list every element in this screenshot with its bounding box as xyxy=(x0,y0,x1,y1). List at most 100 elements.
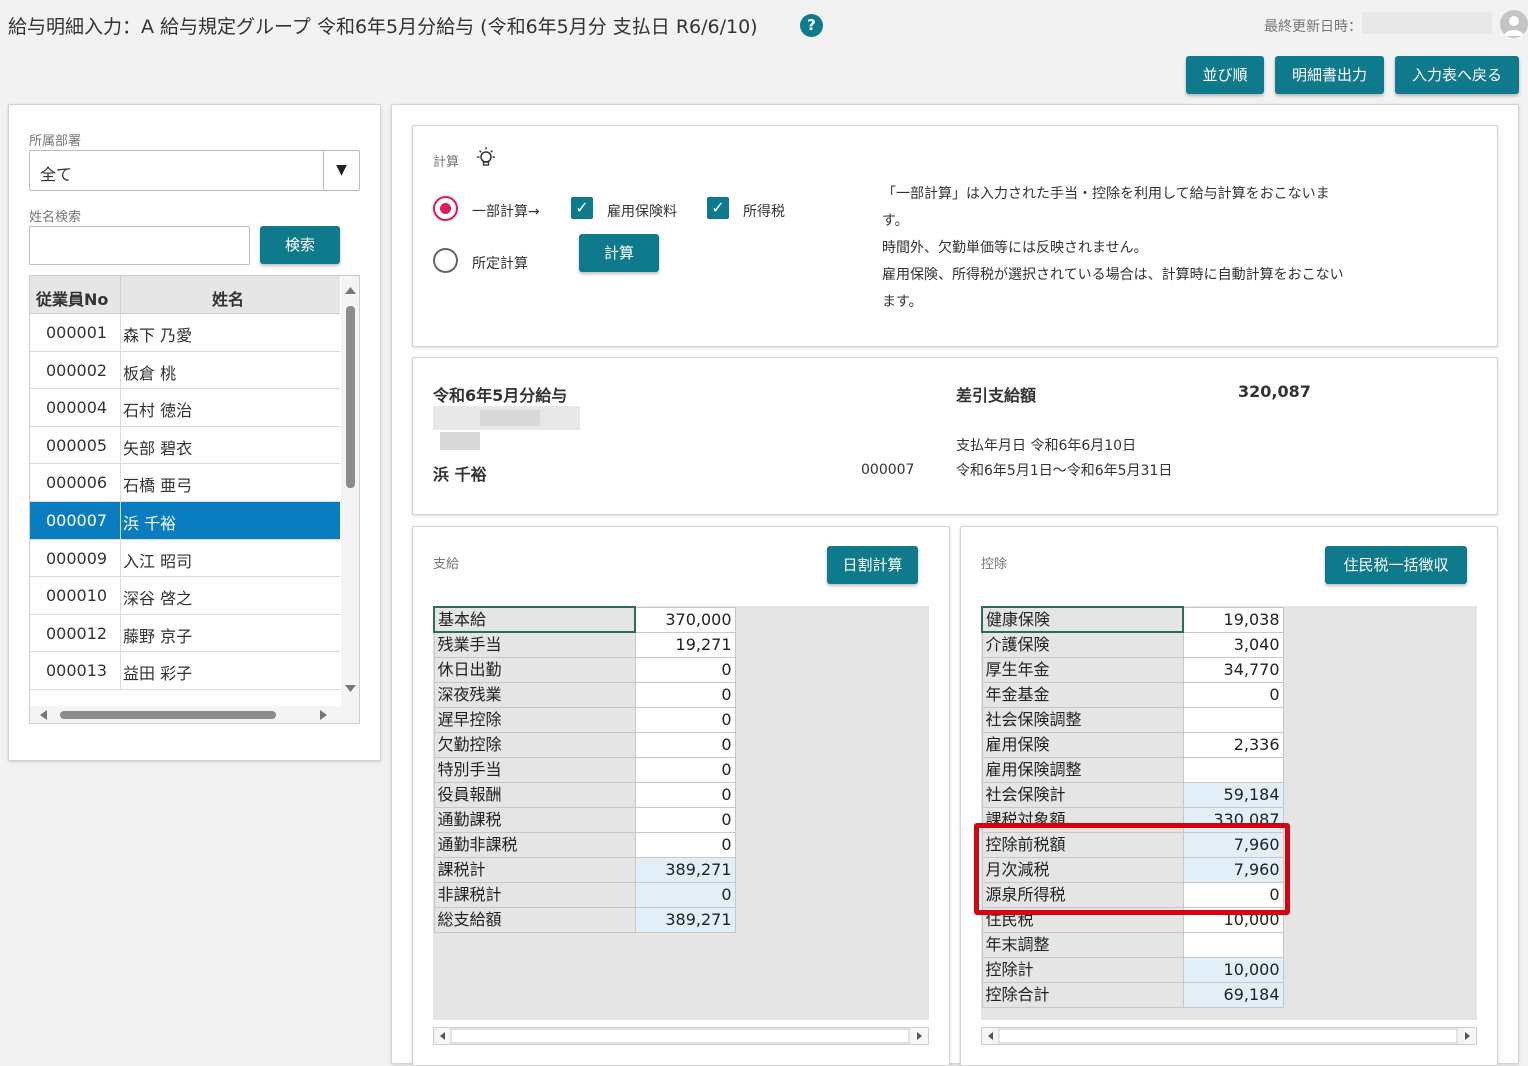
print-statement-button[interactable]: 明細書出力 xyxy=(1275,56,1384,94)
lightbulb-icon[interactable] xyxy=(474,146,498,170)
grid-row-value[interactable]: 19,271 xyxy=(634,631,736,658)
calculate-button[interactable]: 計算 xyxy=(579,234,659,272)
standard-calc-radio[interactable] xyxy=(433,248,458,273)
employee-row[interactable]: 000010 深谷 啓之 xyxy=(30,577,340,615)
grid-row-value[interactable]: 389,271 xyxy=(634,906,736,933)
grid-row-value[interactable] xyxy=(1182,706,1284,733)
user-avatar-icon[interactable] xyxy=(1500,10,1528,38)
grid-row-label[interactable]: 遅早控除 xyxy=(433,706,636,733)
description-line: 雇用保険、所得税が選択されている場合は、計算時に自動計算をおこない xyxy=(882,267,1344,283)
grid-row-value[interactable]: 0 xyxy=(634,831,736,858)
grid-row-value[interactable]: 370,000 xyxy=(634,606,736,633)
grid-row-value[interactable]: 0 xyxy=(634,881,736,908)
grid-row-label[interactable]: 休日出勤 xyxy=(433,656,636,683)
grid-row-value[interactable]: 0 xyxy=(634,731,736,758)
partial-calc-label: 一部計算→ xyxy=(472,204,540,220)
grid-row-label[interactable]: 雇用保険調整 xyxy=(981,756,1184,783)
grid-row-value[interactable]: 59,184 xyxy=(1182,781,1284,808)
grid-row: 控除合計 69,184 xyxy=(981,981,1284,1008)
dropdown-arrow-icon[interactable]: ▼ xyxy=(323,151,359,190)
sort-order-button[interactable]: 並び順 xyxy=(1186,56,1264,94)
search-button[interactable]: 検索 xyxy=(260,226,340,264)
daily-proration-button[interactable]: 日割計算 xyxy=(827,546,918,584)
department-select[interactable]: 全て ▼ xyxy=(29,150,360,191)
employee-name: 矢部 碧衣 xyxy=(123,438,193,458)
employee-row[interactable]: 000006 石橋 亜弓 xyxy=(30,464,340,502)
grid-row-value[interactable]: 19,038 xyxy=(1182,606,1284,633)
grid-row-value[interactable]: 0 xyxy=(634,681,736,708)
department-label: 所属部署 xyxy=(29,134,82,149)
calculation-description: 「一部計算」は入力された手当・控除を利用して給与計算をおこないま す。 時間外、… xyxy=(882,181,1402,316)
employee-row[interactable]: 000012 藤野 京子 xyxy=(30,614,340,653)
grid-row-label[interactable]: 年金基金 xyxy=(981,681,1184,708)
grid-row: 役員報酬 0 xyxy=(433,781,736,808)
back-to-input-table-button[interactable]: 入力表へ戻る xyxy=(1395,56,1519,94)
grid-row-value[interactable] xyxy=(1182,931,1284,958)
employee-row[interactable]: 000004 石村 徳治 xyxy=(30,389,340,427)
grid-row-value[interactable] xyxy=(1182,756,1284,783)
pay-period-range: 令和6年5月1日～令和6年5月31日 xyxy=(956,463,1173,479)
resident-tax-lump-sum-button[interactable]: 住民税一括徴収 xyxy=(1325,546,1467,584)
employee-name: 入江 昭司 xyxy=(123,551,193,571)
calculation-label: 計算 xyxy=(433,155,460,170)
grid-row-value[interactable]: 0 xyxy=(1182,681,1284,708)
grid-row: 特別手当 0 xyxy=(433,756,736,783)
employee-number: 000007 xyxy=(861,462,915,478)
grid-row-value[interactable]: 0 xyxy=(634,756,736,783)
column-header-employee-no[interactable]: 従業員No xyxy=(36,286,108,310)
grid-row-label[interactable]: 課税計 xyxy=(433,856,636,883)
employee-table-vertical-scrollbar[interactable] xyxy=(341,276,359,706)
payments-grid-horizontal-scrollbar[interactable] xyxy=(433,1027,929,1045)
grid-row-label[interactable]: 雇用保険 xyxy=(981,731,1184,758)
name-search-input[interactable] xyxy=(29,226,250,265)
grid-row-value[interactable]: 69,184 xyxy=(1182,981,1284,1008)
employee-name: 深谷 啓之 xyxy=(123,589,193,609)
column-header-name[interactable]: 姓名 xyxy=(212,286,244,310)
employee-name: 浜 千裕 xyxy=(123,514,177,533)
grid-row-label[interactable]: 介護保険 xyxy=(981,631,1184,658)
grid-row-value[interactable]: 389,271 xyxy=(634,856,736,883)
grid-row-value[interactable]: 2,336 xyxy=(1182,731,1284,758)
grid-row-label[interactable]: 年末調整 xyxy=(981,931,1184,958)
grid-row-value[interactable]: 0 xyxy=(634,706,736,733)
income-tax-checkbox[interactable]: ✓ xyxy=(707,197,729,219)
grid-row-label[interactable]: 通勤非課税 xyxy=(433,831,636,858)
partial-calc-radio[interactable] xyxy=(433,196,458,221)
grid-row: 雇用保険調整 xyxy=(981,756,1284,783)
grid-row: 休日出勤 0 xyxy=(433,656,736,683)
employee-row[interactable]: 000013 益田 彩子 xyxy=(30,652,340,690)
grid-row-label[interactable]: 役員報酬 xyxy=(433,781,636,808)
grid-row-label[interactable]: 健康保険 xyxy=(981,606,1184,633)
department-select-value: 全て xyxy=(40,165,73,184)
deductions-grid-horizontal-scrollbar[interactable] xyxy=(981,1027,1477,1045)
grid-row-label[interactable]: 控除合計 xyxy=(981,981,1184,1008)
employee-row[interactable]: 000007 浜 千裕 xyxy=(30,502,340,540)
grid-row-label[interactable]: 通勤課税 xyxy=(433,806,636,833)
grid-row-value[interactable]: 0 xyxy=(634,656,736,683)
grid-row-value[interactable]: 10,000 xyxy=(1182,956,1284,983)
grid-row-label[interactable]: 欠勤控除 xyxy=(433,731,636,758)
employee-table-horizontal-scrollbar[interactable] xyxy=(30,706,359,723)
employee-row[interactable]: 000009 入江 昭司 xyxy=(30,539,340,578)
page-title: 給与明細入力：A 給与規定グループ 令和6年5月分給与 (令和6年5月分 支払日… xyxy=(8,16,758,38)
grid-row-label[interactable]: 総支給額 xyxy=(433,906,636,933)
grid-row-label[interactable]: 厚生年金 xyxy=(981,656,1184,683)
grid-row-label[interactable]: 控除計 xyxy=(981,956,1184,983)
grid-row-label[interactable]: 社会保険計 xyxy=(981,781,1184,808)
grid-row-label[interactable]: 特別手当 xyxy=(433,756,636,783)
help-icon[interactable]: ? xyxy=(800,14,823,37)
grid-row-label[interactable]: 基本給 xyxy=(433,606,636,633)
grid-row-value[interactable]: 3,040 xyxy=(1182,631,1284,658)
grid-row-value[interactable]: 0 xyxy=(634,806,736,833)
grid-row-label[interactable]: 社会保険調整 xyxy=(981,706,1184,733)
employee-row[interactable]: 000001 森下 乃愛 xyxy=(30,314,340,352)
employment-insurance-checkbox[interactable]: ✓ xyxy=(571,197,593,219)
grid-row-value[interactable]: 0 xyxy=(634,781,736,808)
employee-no: 000001 xyxy=(46,323,108,342)
employee-row[interactable]: 000002 板倉 桃 xyxy=(30,351,340,390)
grid-row-value[interactable]: 34,770 xyxy=(1182,656,1284,683)
grid-row-label[interactable]: 深夜残業 xyxy=(433,681,636,708)
grid-row-label[interactable]: 残業手当 xyxy=(433,631,636,658)
employee-row[interactable]: 000005 矢部 碧衣 xyxy=(30,426,340,465)
grid-row-label[interactable]: 非課税計 xyxy=(433,881,636,908)
